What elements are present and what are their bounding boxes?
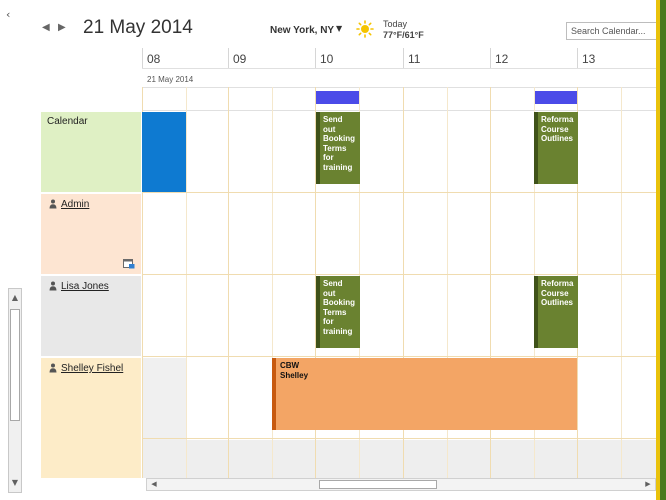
hour-label: 12: [495, 52, 509, 66]
hour-divider: [142, 48, 143, 68]
appointment-block[interactable]: [142, 112, 186, 192]
horizontal-scrollbar[interactable]: ◀ ▶: [146, 478, 656, 491]
date-title: 21 May 2014: [83, 17, 193, 38]
appointment-cbw[interactable]: CBW Shelley: [272, 358, 577, 430]
left-gutter: ‹ ▲ ▼: [0, 0, 30, 500]
appointment-strip: [316, 276, 320, 348]
grid-divider: [142, 110, 656, 111]
appt-subtitle: Shelley: [280, 371, 309, 380]
hour-divider: [315, 48, 316, 68]
row-divider: [142, 356, 656, 357]
appointment-reformat-course-outlines[interactable]: Reforma Course Outlines: [534, 276, 578, 348]
appointment-strip: [272, 358, 276, 430]
vertical-scrollbar[interactable]: ▲ ▼: [8, 288, 22, 493]
appt-line: Outlines: [541, 134, 574, 143]
hour-label: 10: [320, 52, 334, 66]
row-header-shelley-fishel: Shelley Fishel: [41, 358, 141, 478]
appt-line: for: [323, 153, 334, 162]
search-input[interactable]: [571, 24, 657, 38]
appt-line: Send: [323, 279, 343, 288]
row-header-lisa-jones: Lisa Jones: [41, 276, 141, 356]
hour-divider: [490, 48, 491, 68]
calendar-header: ◀ ▶ 21 May 2014 New York, NY ▼ Today 77°…: [30, 0, 666, 48]
row-divider: [142, 274, 656, 275]
appt-line: Reforma: [541, 279, 574, 288]
appt-line: Booking: [323, 134, 355, 143]
date-row-label: 21 May 2014: [147, 75, 194, 84]
row-header-admin: Admin: [41, 194, 141, 274]
appt-line: training: [323, 326, 353, 336]
hour-divider: [228, 48, 229, 68]
collapse-arrow-icon[interactable]: ‹: [6, 8, 10, 21]
busy-indicator: [534, 91, 578, 104]
appt-line: out: [323, 124, 336, 134]
weather-temperature: 77°F/61°F: [383, 30, 424, 40]
calendar-share-icon[interactable]: [123, 258, 135, 269]
appointment-strip: [534, 276, 538, 348]
person-icon: [49, 199, 57, 209]
weather-label: Today: [383, 19, 408, 29]
horizontal-scroll-thumb[interactable]: [319, 480, 437, 489]
unavailable-slot: [142, 358, 186, 440]
busy-indicator: [316, 91, 360, 104]
row-divider: [142, 192, 656, 193]
appt-line: Course: [541, 124, 569, 134]
grid-divider: [142, 87, 656, 88]
appt-line: Course: [541, 288, 569, 298]
grid-divider: [228, 87, 229, 478]
hour-label: 08: [147, 52, 161, 66]
appointment-reformat-course-outlines[interactable]: Reforma Course Outlines: [534, 112, 578, 184]
user-link-lisa-jones[interactable]: Lisa Jones: [61, 281, 109, 292]
hour-label: 11: [408, 52, 421, 66]
search-box[interactable]: [566, 22, 666, 40]
appt-line: Send: [323, 115, 343, 124]
hour-label: 13: [582, 52, 596, 66]
scroll-up-icon[interactable]: ▲: [9, 291, 21, 305]
grid-divider: [621, 87, 622, 478]
schedule-grid: 08 09 10 11 12 13 21 May 2014 Calendar A…: [41, 48, 656, 478]
appt-line: out: [323, 288, 336, 298]
calendar-window: ‹ ▲ ▼ ◀ ▶ 21 May 2014 New York, NY ▼ Tod…: [0, 0, 666, 500]
appt-line: Terms: [323, 307, 347, 317]
chevron-down-icon[interactable]: ▼: [336, 24, 342, 33]
appointment-send-out-booking-terms[interactable]: Send out Booking Terms for training: [316, 112, 360, 184]
appt-title: CBW: [280, 361, 300, 370]
grid-divider: [142, 68, 656, 69]
person-icon: [49, 281, 57, 291]
appt-line: training: [323, 162, 353, 172]
appointment-strip: [534, 112, 538, 184]
unavailable-slot: [142, 440, 656, 478]
appt-line: Reforma: [541, 115, 574, 124]
user-link-shelley-fishel[interactable]: Shelley Fishel: [61, 363, 123, 374]
appt-line: for: [323, 317, 334, 326]
hour-divider: [403, 48, 404, 68]
row-header-calendar: Calendar: [41, 112, 141, 192]
appt-line: Outlines: [541, 298, 574, 307]
next-day-icon[interactable]: ▶: [58, 22, 66, 33]
appt-line: Terms: [323, 143, 347, 153]
accent-bar-green: [660, 0, 666, 500]
scroll-right-icon[interactable]: ▶: [642, 479, 654, 490]
appt-line: Booking: [323, 298, 355, 307]
hour-label: 09: [233, 52, 247, 66]
location-dropdown[interactable]: New York, NY: [270, 25, 334, 36]
grid-divider: [186, 87, 187, 478]
vertical-scroll-thumb[interactable]: [10, 309, 20, 421]
hour-divider: [577, 48, 578, 68]
person-icon: [49, 363, 57, 373]
scroll-down-icon[interactable]: ▼: [9, 476, 21, 490]
row-label: Calendar: [47, 116, 88, 127]
previous-day-icon[interactable]: ◀: [42, 22, 50, 33]
appointment-send-out-booking-terms[interactable]: Send out Booking Terms for training: [316, 276, 360, 348]
user-link-admin[interactable]: Admin: [61, 199, 89, 210]
sun-icon: [356, 20, 374, 38]
appointment-strip: [316, 112, 320, 184]
scroll-left-icon[interactable]: ◀: [148, 479, 160, 490]
row-divider: [142, 438, 656, 439]
